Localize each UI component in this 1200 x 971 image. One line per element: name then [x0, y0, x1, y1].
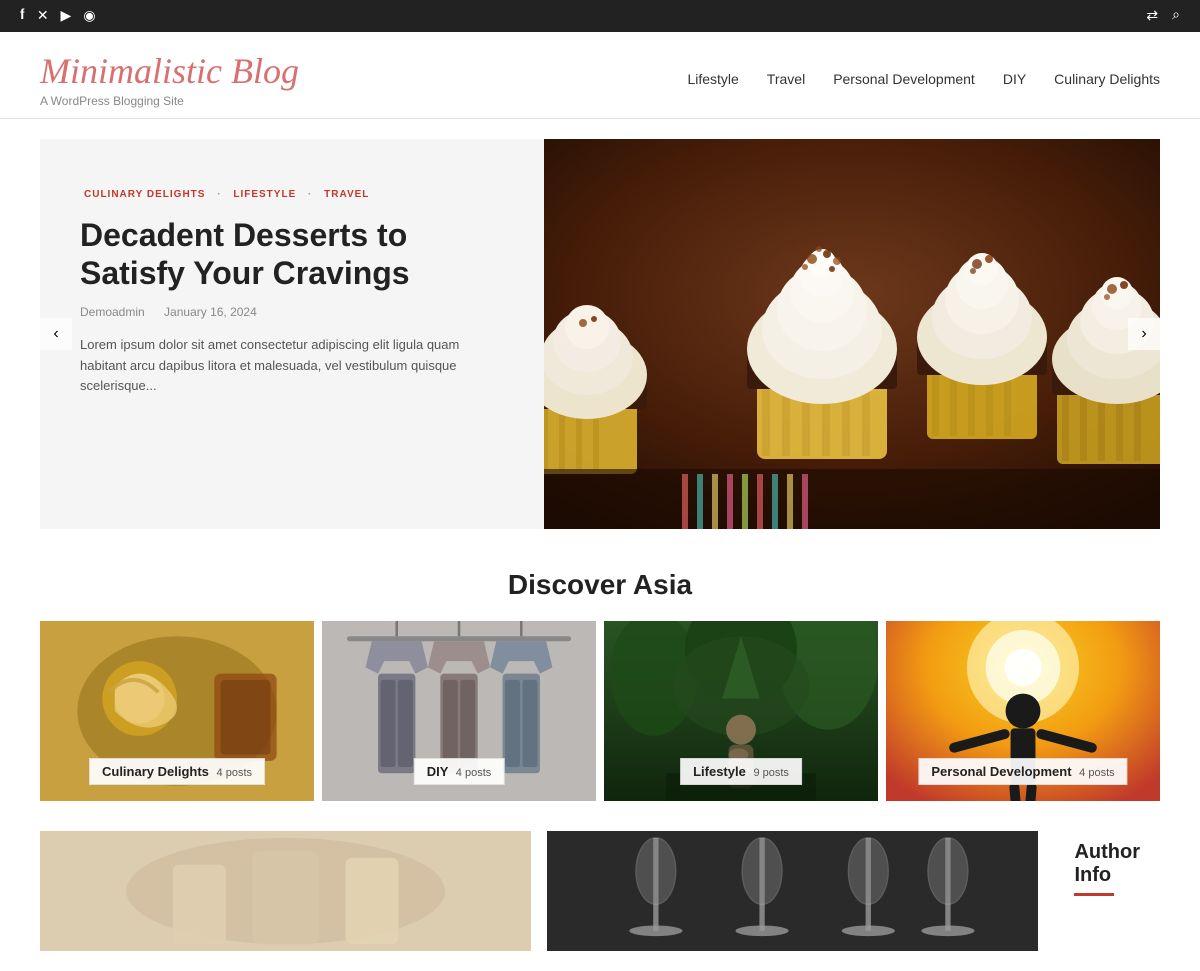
topbar: 𝐟 ✕ ▶ ◉ ⇄ ⌕: [0, 0, 1200, 32]
diy-name: DIY: [427, 764, 448, 779]
site-subtitle: A WordPress Blogging Site: [40, 94, 299, 108]
category-grid: Culinary Delights 4 posts: [0, 621, 1200, 801]
social-links: 𝐟 ✕ ▶ ◉: [20, 8, 96, 25]
hero-author: Demoadmin: [80, 305, 145, 319]
lifestyle-label: Lifestyle 9 posts: [680, 758, 802, 785]
twitter-x-icon[interactable]: ✕: [37, 8, 49, 25]
author-info-section: Author Info: [1054, 831, 1160, 951]
main-nav: Lifestyle Travel Personal Development DI…: [687, 71, 1160, 87]
site-title[interactable]: Minimalistic Blog: [40, 50, 299, 92]
shuffle-icon[interactable]: ⇄: [1146, 8, 1158, 25]
author-info-title: Author Info: [1074, 841, 1140, 887]
hero-title[interactable]: Decadent Desserts to Satisfy Your Cravin…: [80, 216, 504, 293]
bottom-row: Author Info: [0, 831, 1200, 951]
facebook-icon[interactable]: 𝐟: [20, 8, 25, 25]
nav-travel[interactable]: Travel: [767, 71, 805, 87]
site-branding: Minimalistic Blog A WordPress Blogging S…: [40, 50, 299, 108]
bottom-image-2: [547, 831, 1038, 951]
instagram-icon[interactable]: ◉: [83, 8, 95, 25]
culinary-delights-label: Culinary Delights 4 posts: [89, 758, 265, 785]
hero-prev-button[interactable]: ‹: [40, 318, 72, 350]
hero-excerpt: Lorem ipsum dolor sit amet consectetur a…: [80, 335, 504, 397]
diy-posts: 4 posts: [456, 767, 491, 779]
section-title: Discover Asia: [0, 569, 1200, 601]
category-card-personal-development[interactable]: Personal Development 4 posts: [886, 621, 1160, 801]
hero-content: CULINARY DELIGHTS · LIFESTYLE · TRAVEL D…: [40, 139, 544, 529]
hero-date: January 16, 2024: [164, 305, 257, 319]
hero-slider: ‹ CULINARY DELIGHTS · LIFESTYLE · TRAVEL…: [40, 139, 1160, 529]
hero-cat-culinary[interactable]: CULINARY DELIGHTS: [84, 189, 205, 200]
hero-image: [544, 139, 1160, 529]
bottom-image-1: [40, 831, 531, 951]
nav-diy[interactable]: DIY: [1003, 71, 1026, 87]
lifestyle-posts: 9 posts: [753, 767, 788, 779]
author-info-underline: [1074, 893, 1114, 896]
hero-categories: CULINARY DELIGHTS · LIFESTYLE · TRAVEL: [80, 189, 504, 200]
culinary-delights-posts: 4 posts: [217, 767, 252, 779]
personal-development-name: Personal Development: [931, 764, 1071, 779]
nav-personal-development[interactable]: Personal Development: [833, 71, 975, 87]
lifestyle-name: Lifestyle: [693, 764, 746, 779]
topbar-actions: ⇄ ⌕: [1146, 8, 1180, 25]
hero-cat-lifestyle[interactable]: LIFESTYLE: [233, 189, 296, 200]
culinary-delights-name: Culinary Delights: [102, 764, 209, 779]
category-card-lifestyle[interactable]: Lifestyle 9 posts: [604, 621, 878, 801]
category-card-culinary[interactable]: Culinary Delights 4 posts: [40, 621, 314, 801]
personal-development-posts: 4 posts: [1079, 767, 1114, 779]
nav-culinary-delights[interactable]: Culinary Delights: [1054, 71, 1160, 87]
hero-next-button[interactable]: ›: [1128, 318, 1160, 350]
hero-cat-travel[interactable]: TRAVEL: [324, 189, 369, 200]
hero-meta: Demoadmin January 16, 2024: [80, 305, 504, 319]
personal-development-label: Personal Development 4 posts: [918, 758, 1127, 785]
diy-label: DIY 4 posts: [414, 758, 505, 785]
site-header: Minimalistic Blog A WordPress Blogging S…: [0, 32, 1200, 119]
category-card-diy[interactable]: DIY 4 posts: [322, 621, 596, 801]
youtube-icon[interactable]: ▶: [61, 8, 72, 25]
search-icon[interactable]: ⌕: [1172, 8, 1180, 25]
nav-lifestyle[interactable]: Lifestyle: [687, 71, 738, 87]
